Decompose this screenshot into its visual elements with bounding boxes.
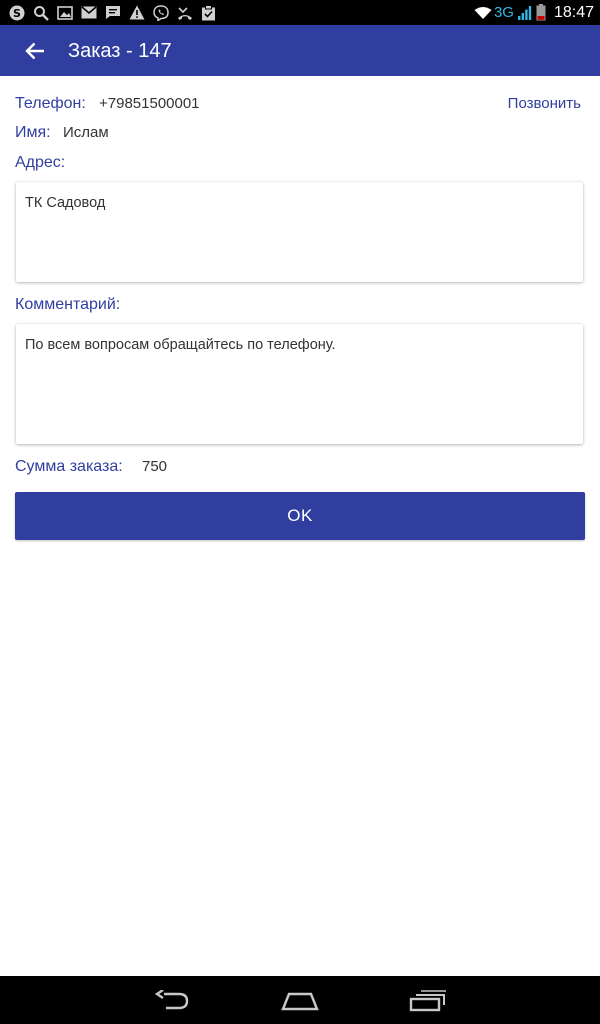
order-sum-value: 750 <box>142 458 168 475</box>
back-button[interactable] <box>22 38 48 64</box>
battery-icon <box>536 4 546 21</box>
mail-icon <box>80 4 97 21</box>
clock: 18:47 <box>553 3 594 21</box>
image-icon <box>56 4 73 21</box>
comment-label: Комментарий: <box>15 296 121 313</box>
clipboard-icon <box>200 4 217 21</box>
search-icon <box>32 4 49 21</box>
skype-icon: S <box>8 4 25 21</box>
phone-value: +79851500001 <box>99 95 200 112</box>
ok-button[interactable]: OK <box>15 492 585 540</box>
back-nav-icon[interactable] <box>152 988 192 1014</box>
phone-label: Телефон: <box>15 95 86 112</box>
call-button[interactable]: Позвонить <box>508 94 581 114</box>
navigation-bar <box>0 976 600 1024</box>
viber-icon <box>152 4 169 21</box>
status-bar: S 3G 18:47 <box>0 0 600 25</box>
signal-icon <box>517 5 532 20</box>
warning-icon <box>128 4 145 21</box>
name-value: Ислам <box>63 124 109 141</box>
page-title: Заказ - 147 <box>68 40 172 62</box>
system-indicators: 3G 18:47 <box>470 3 594 22</box>
missed-call-icon <box>176 4 193 21</box>
comment-field[interactable]: По всем вопросам обращайтесь по телефону… <box>16 324 583 444</box>
app-bar: Заказ - 147 <box>0 25 600 76</box>
svg-text:S: S <box>13 7 21 20</box>
recent-apps-icon[interactable] <box>408 988 448 1014</box>
arrow-left-icon <box>25 42 44 60</box>
order-screen: S 3G 18:47 Заказ - 147 Телефон: +7985150… <box>0 0 600 1024</box>
home-nav-icon[interactable] <box>280 988 320 1014</box>
message-icon <box>104 4 121 21</box>
network-type: 3G <box>493 4 514 21</box>
order-sum-label: Сумма заказа: <box>15 458 123 475</box>
name-label: Имя: <box>15 124 51 141</box>
notification-icons: S <box>8 4 224 21</box>
address-label: Адрес: <box>15 154 66 171</box>
address-field[interactable]: ТК Садовод <box>16 182 583 282</box>
wifi-icon <box>474 6 492 20</box>
